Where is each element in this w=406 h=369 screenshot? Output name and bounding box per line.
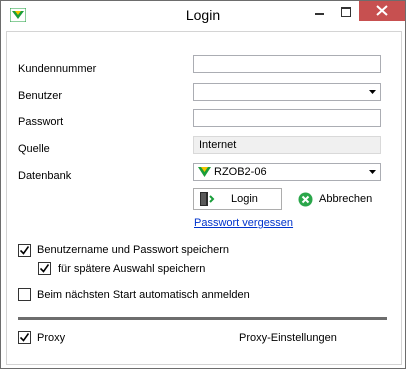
auto-login-checkbox[interactable] (18, 288, 31, 301)
password-label: Passwort (18, 116, 64, 128)
forgot-password-link[interactable]: Passwort vergessen (194, 217, 293, 229)
login-button[interactable]: Login (193, 188, 282, 210)
cancel-icon (298, 192, 313, 207)
minimize-icon (315, 13, 324, 15)
save-credentials-label: Benutzername und Passwort speichern (37, 244, 229, 256)
source-value: Internet (199, 139, 237, 151)
checkmark-icon (40, 264, 49, 273)
checkmark-icon (20, 246, 29, 255)
user-label: Benutzer (18, 90, 63, 102)
database-label: Datenbank (18, 170, 72, 182)
customer-number-label: Kundennummer (18, 63, 97, 75)
database-dropdown-button[interactable] (365, 164, 380, 180)
cancel-button-label: Abbrechen (319, 193, 373, 205)
password-input[interactable] (193, 109, 381, 127)
database-combobox[interactable]: RZOB2-06 (193, 163, 381, 181)
cancel-button[interactable]: Abbrechen (298, 192, 372, 210)
save-for-selection-label: für spätere Auswahl speichern (58, 263, 206, 275)
auto-login-label: Beim nächsten Start automatisch anmelden (37, 289, 250, 301)
proxy-settings-link[interactable]: Proxy-Einstellungen (239, 332, 337, 344)
chevron-down-icon (369, 90, 376, 94)
user-dropdown-button[interactable] (365, 84, 380, 100)
checkmark-icon (20, 333, 29, 342)
source-label: Quelle (18, 143, 50, 155)
user-combobox[interactable] (193, 83, 381, 101)
login-button-label: Login (231, 193, 258, 205)
source-field: Internet (193, 136, 381, 154)
maximize-button[interactable] (333, 1, 359, 21)
login-window: Login Kundennummer Benutzer Passwort Que… (0, 0, 406, 369)
customer-number-input[interactable] (193, 55, 381, 73)
chevron-down-icon (369, 170, 376, 174)
door-login-icon (200, 192, 215, 206)
database-logo-icon (198, 167, 211, 177)
maximize-icon (341, 7, 351, 17)
save-for-selection-checkbox[interactable] (38, 262, 51, 275)
divider (18, 317, 387, 320)
minimize-button[interactable] (306, 1, 333, 21)
proxy-checkbox[interactable] (18, 331, 31, 344)
close-icon (376, 5, 388, 16)
save-credentials-checkbox[interactable] (18, 244, 31, 257)
close-button[interactable] (359, 1, 405, 21)
proxy-label: Proxy (37, 332, 66, 344)
database-value: RZOB2-06 (214, 166, 267, 178)
title-bar[interactable]: Login (1, 1, 405, 31)
